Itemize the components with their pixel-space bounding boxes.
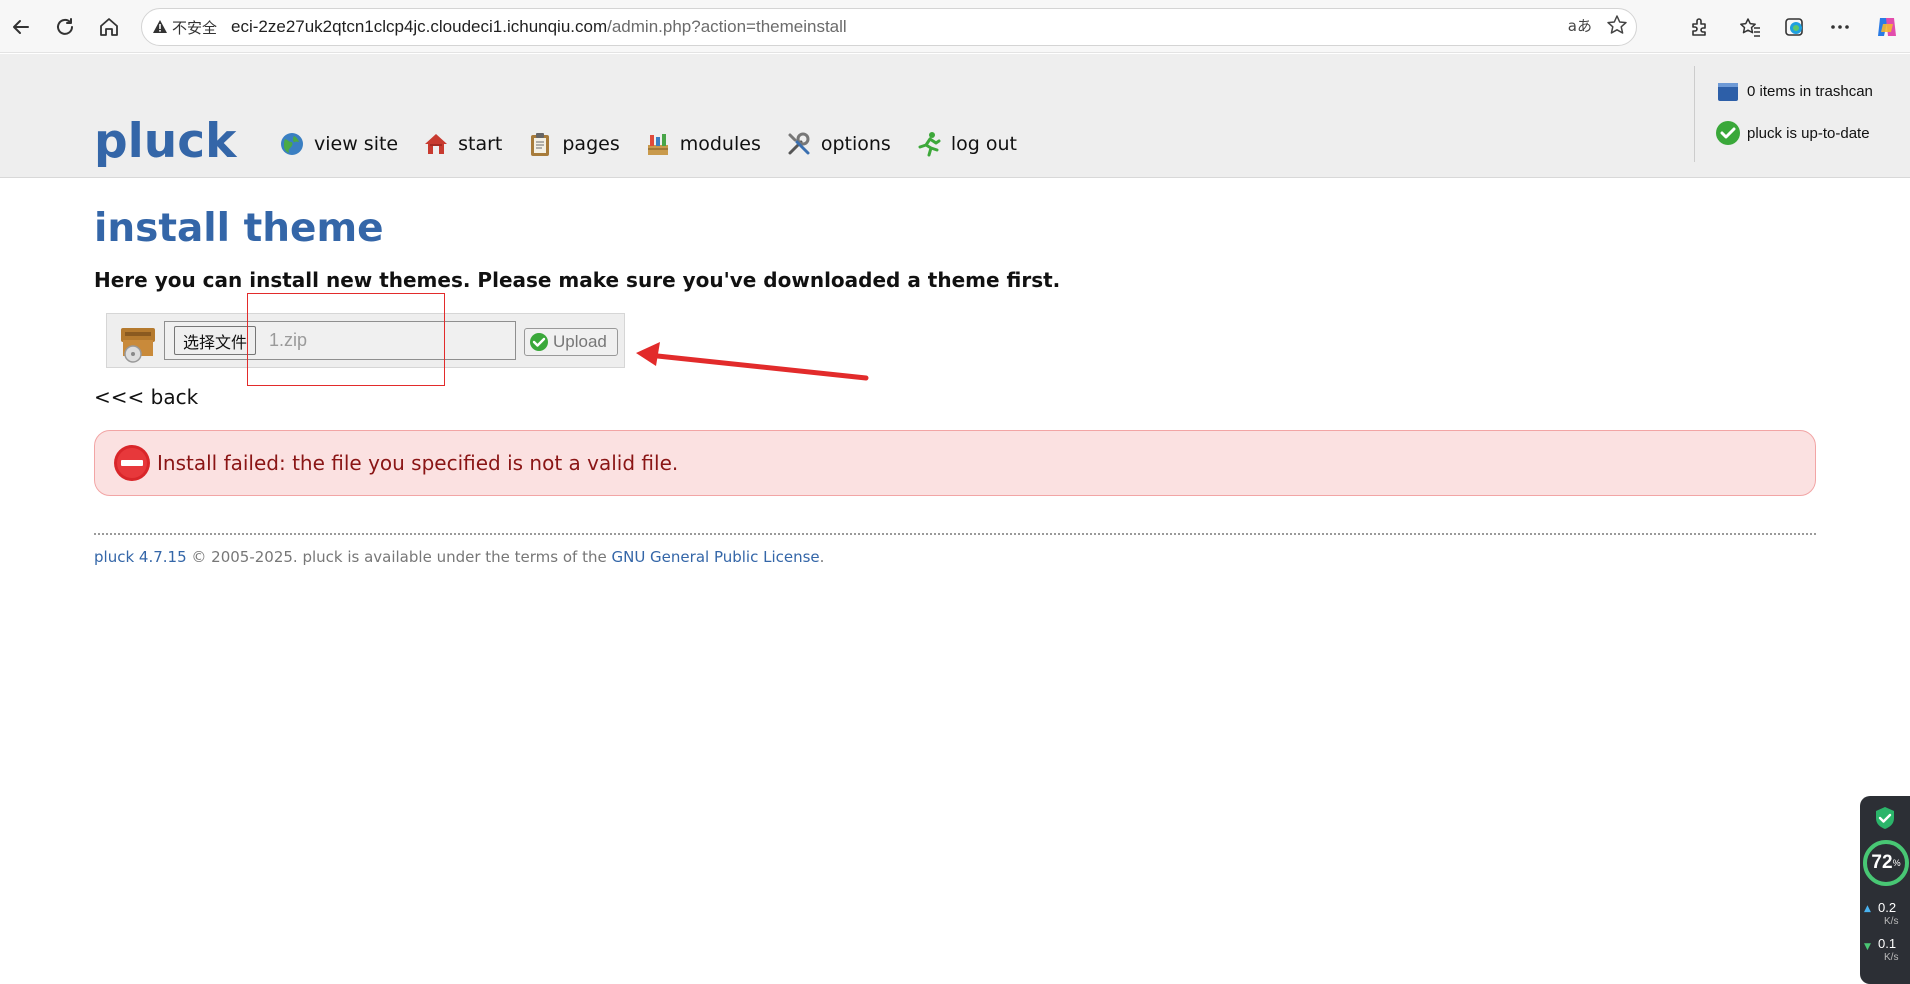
- shield-check-icon: [1876, 807, 1894, 829]
- check-circle-icon: [530, 333, 548, 351]
- error-message: Install failed: the file you specified i…: [157, 451, 679, 475]
- footer-end: .: [819, 548, 825, 566]
- choose-file-button[interactable]: 选择文件: [174, 326, 257, 355]
- modules-icon: [644, 130, 672, 158]
- pluck-header: pluck view site start pages modules opti…: [0, 54, 1910, 178]
- running-man-icon: [915, 130, 943, 158]
- menu-label-pages: pages: [562, 133, 620, 155]
- usage-gauge: 72%: [1863, 840, 1909, 886]
- download-arrow-icon: ▼: [1864, 942, 1871, 952]
- status-panel: 0 items in trashcan pluck is up-to-date: [1694, 66, 1894, 162]
- upload-arrow-icon: ▲: [1864, 904, 1871, 914]
- home-icon[interactable]: [94, 12, 124, 42]
- license-link[interactable]: GNU General Public License: [611, 548, 819, 566]
- tools-icon: [785, 130, 813, 158]
- stop-icon: [114, 445, 150, 481]
- globe-icon: [278, 130, 306, 158]
- usage-percent-sign: %: [1892, 858, 1901, 868]
- trashcan-text: 0 items in trashcan: [1747, 82, 1873, 100]
- intro-text: Here you can install new themes. Please …: [94, 268, 1061, 292]
- reload-icon[interactable]: [50, 12, 80, 42]
- address-bar[interactable]: 不安全 eci-2ze27uk2qtcn1clcp4jc.cloudeci1.i…: [141, 8, 1637, 46]
- security-label: 不安全: [172, 19, 218, 37]
- update-text: pluck is up-to-date: [1747, 124, 1870, 142]
- upload-button[interactable]: Upload: [524, 328, 618, 356]
- extensions-icon[interactable]: [1685, 12, 1715, 42]
- back-arrow-icon[interactable]: [6, 12, 36, 42]
- url-path: /admin.php?action=themeinstall: [607, 17, 847, 36]
- trashcan-status[interactable]: 0 items in trashcan: [1715, 78, 1873, 104]
- menu-label-options: options: [820, 133, 891, 155]
- annotation-arrow-icon: [636, 342, 869, 381]
- copilot-icon[interactable]: [1872, 12, 1902, 42]
- back-link[interactable]: <<< back: [94, 385, 198, 409]
- upload-label: Upload: [553, 332, 607, 351]
- error-alert: Install failed: the file you specified i…: [94, 430, 1816, 496]
- menu-item-log-out[interactable]: log out: [915, 130, 1017, 158]
- upload-speed: 0.2: [1878, 900, 1897, 915]
- favorite-star-icon[interactable]: [1606, 14, 1628, 36]
- main-menu: view site start pages modules options lo…: [278, 130, 1041, 158]
- trashcan-icon: [1718, 83, 1738, 101]
- version-link[interactable]: pluck 4.7.15: [94, 548, 187, 566]
- menu-label-modules: modules: [679, 133, 761, 155]
- security-badge[interactable]: 不安全: [152, 17, 217, 38]
- browser-toolbar: 不安全 eci-2ze27uk2qtcn1clcp4jc.cloudeci1.i…: [0, 0, 1910, 53]
- annotation-highlight-box: [247, 293, 445, 386]
- menu-item-view-site[interactable]: view site: [278, 130, 398, 158]
- url-host: eci-2ze27uk2qtcn1clcp4jc.cloudeci1.ichun…: [231, 17, 608, 36]
- favorites-icon[interactable]: [1735, 12, 1765, 42]
- footer-text: © 2005-2025. pluck is available under th…: [186, 548, 612, 566]
- system-monitor-widget[interactable]: 72% ▲ 0.2 K/s ▼ 0.1 K/s: [1860, 796, 1910, 984]
- download-speed-unit: K/s: [1884, 952, 1899, 963]
- warning-icon: [153, 20, 167, 33]
- menu-label-log-out: log out: [950, 133, 1017, 155]
- update-status: pluck is up-to-date: [1715, 120, 1870, 146]
- menu-item-start[interactable]: start: [422, 130, 502, 158]
- more-menu-icon[interactable]: [1825, 12, 1855, 42]
- footer-divider: [94, 533, 1816, 535]
- menu-label-view-site: view site: [314, 133, 399, 155]
- upload-speed-unit: K/s: [1884, 916, 1899, 927]
- menu-item-modules[interactable]: modules: [644, 130, 761, 158]
- clipboard-icon: [526, 130, 554, 158]
- home-icon: [422, 130, 450, 158]
- check-circle-icon: [1716, 121, 1740, 145]
- pluck-logo[interactable]: pluck: [94, 114, 236, 169]
- menu-label-start: start: [458, 133, 503, 155]
- collections-icon[interactable]: [1780, 12, 1810, 42]
- read-aloud-icon[interactable]: aあ: [1568, 15, 1592, 36]
- page-title: install theme: [94, 206, 384, 251]
- menu-item-pages[interactable]: pages: [526, 130, 620, 158]
- usage-percent: 72: [1871, 852, 1893, 873]
- menu-item-options[interactable]: options: [785, 130, 891, 158]
- url-text[interactable]: eci-2ze27uk2qtcn1clcp4jc.cloudeci1.ichun…: [231, 17, 847, 37]
- theme-package-icon: [117, 322, 157, 363]
- download-speed: 0.1: [1878, 936, 1897, 951]
- footer: pluck 4.7.15 © 2005-2025. pluck is avail…: [94, 548, 824, 566]
